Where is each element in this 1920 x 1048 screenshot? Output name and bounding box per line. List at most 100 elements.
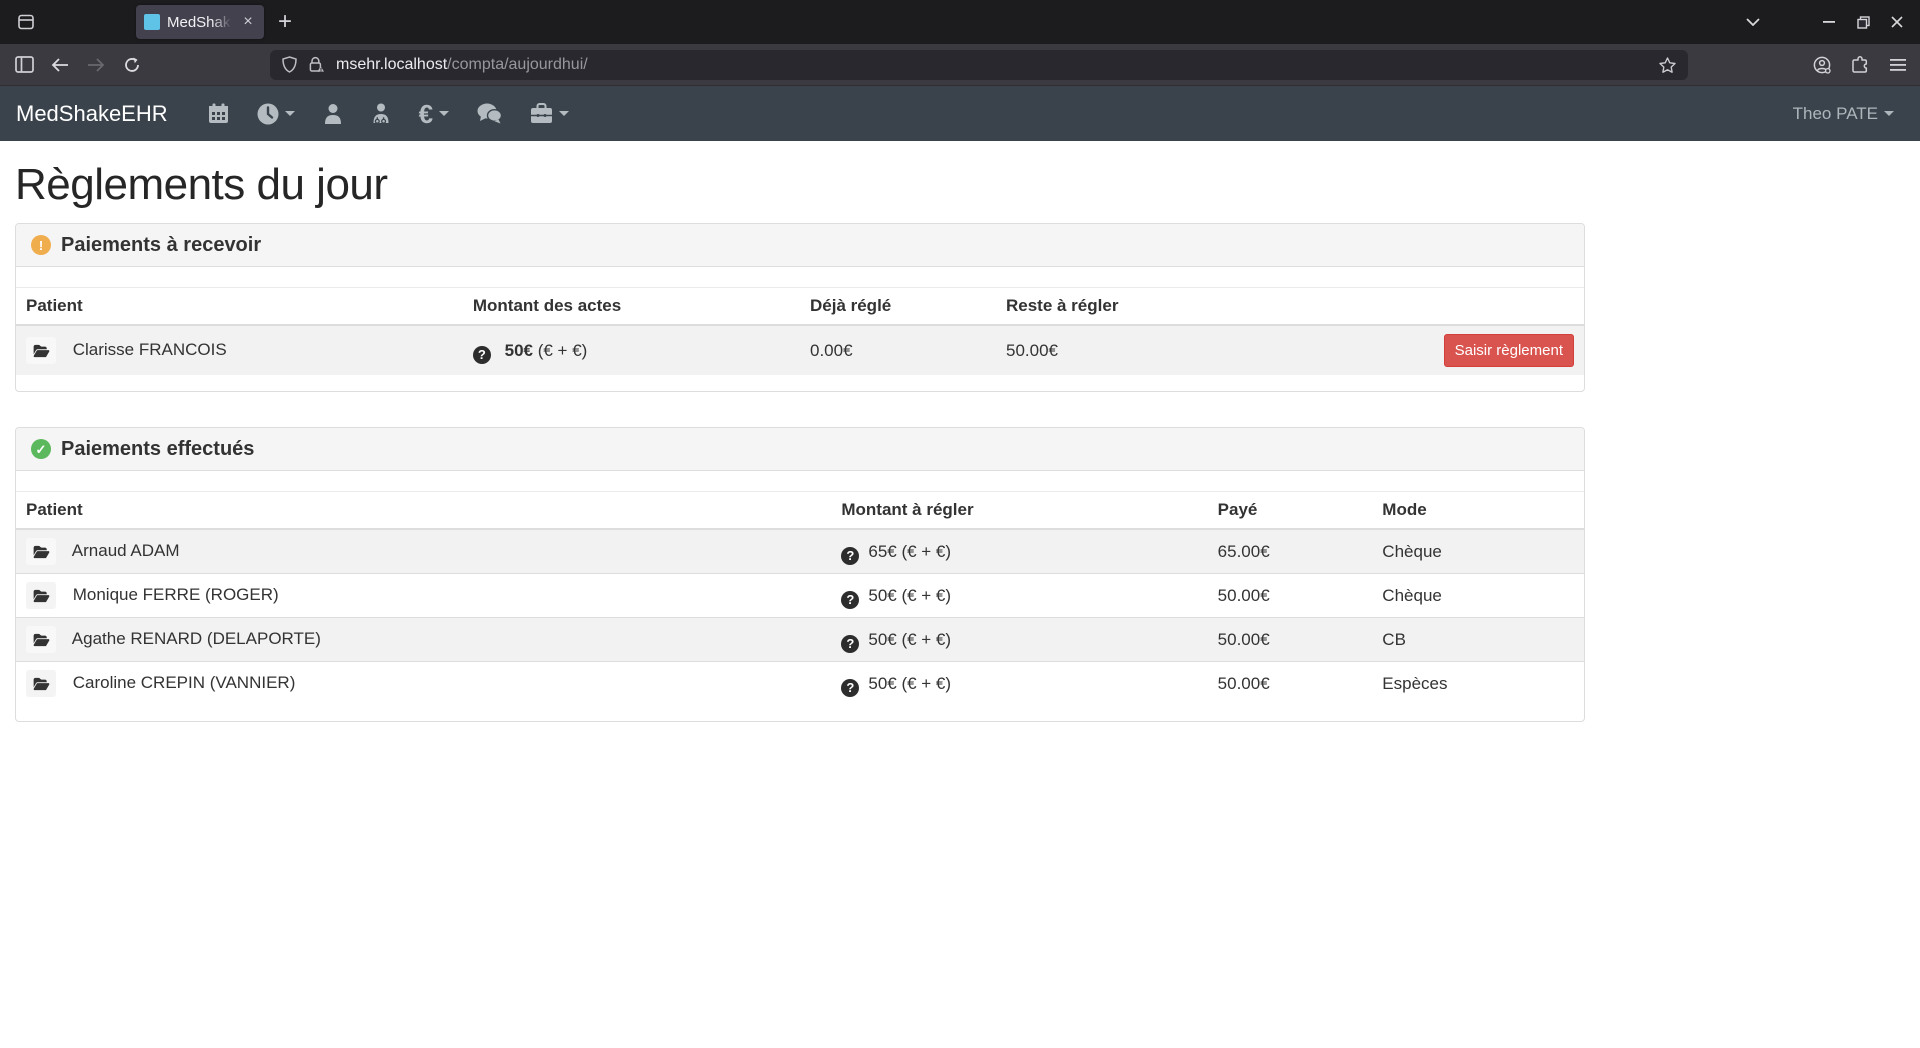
paid-value: 50.00€ — [1208, 574, 1373, 618]
euro-icon: € — [419, 101, 433, 127]
window-close-button[interactable] — [1880, 7, 1914, 37]
payments-to-receive-table: Patient Montant des actes Déjà réglé Res… — [16, 287, 1584, 375]
window-restore-button[interactable] — [1846, 7, 1880, 37]
column-header-patient: Patient — [16, 288, 463, 326]
tab-close-icon[interactable]: × — [240, 14, 256, 30]
amount-value: 50€ (€ + €) — [868, 674, 951, 693]
column-header-mode: Mode — [1372, 492, 1584, 530]
enter-payment-button[interactable]: Saisir règlement — [1444, 334, 1574, 367]
patient-name: Monique FERRE (ROGER) — [73, 585, 279, 604]
open-patient-folder-button[interactable] — [26, 538, 56, 565]
url-path: /compta/aujourdhui/ — [447, 56, 588, 73]
column-header-amount: Montant des actes — [463, 288, 800, 326]
payment-mode: Chèque — [1372, 574, 1584, 618]
nav-compta-menu[interactable]: € — [405, 86, 463, 141]
amount-value: 50€ (€ + €) — [868, 586, 951, 605]
url-domain: msehr.localhost — [336, 56, 447, 73]
panel-heading: ✓ Paiements effectués — [16, 428, 1584, 471]
paid-value: 50.00€ — [1208, 662, 1373, 706]
nav-outils-menu[interactable] — [516, 86, 583, 141]
nav-patient-item[interactable] — [309, 86, 357, 141]
table-row: Monique FERRE (ROGER) ? 50€ (€ + €) 50.00… — [16, 574, 1584, 618]
help-circle-icon[interactable]: ? — [841, 591, 859, 609]
table-row: Clarisse FRANCOIS ? 50€ (€ + €) 0.00€ 50… — [16, 325, 1584, 375]
shield-icon[interactable] — [282, 56, 297, 73]
page-title: Règlements du jour — [15, 161, 1905, 209]
extensions-puzzle-icon[interactable] — [1846, 51, 1874, 79]
patient-name: Arnaud ADAM — [72, 541, 180, 560]
app-navbar: MedShakeEHR € — [0, 86, 1920, 141]
help-circle-icon[interactable]: ? — [473, 346, 491, 364]
list-all-tabs-icon[interactable] — [1736, 7, 1770, 37]
medical-bag-icon — [530, 103, 553, 124]
sidebar-toggle-icon[interactable] — [10, 51, 38, 79]
nav-praticien-item[interactable] — [357, 86, 405, 141]
already-paid-value: 0.00€ — [800, 325, 996, 375]
table-row: Agathe RENARD (DELAPORTE) ? 50€ (€ + €) 5… — [16, 618, 1584, 662]
chevron-down-icon — [559, 111, 569, 116]
url-text: msehr.localhost/compta/aujourdhui/ — [336, 56, 588, 74]
browser-toolbar: msehr.localhost/compta/aujourdhui/ — [0, 44, 1920, 86]
chevron-down-icon — [285, 111, 295, 116]
help-circle-icon[interactable]: ? — [841, 679, 859, 697]
nav-history-menu[interactable] — [243, 86, 309, 141]
table-row: Caroline CREPIN (VANNIER) ? 50€ (€ + €) 5… — [16, 662, 1584, 706]
patient-name: Caroline CREPIN (VANNIER) — [73, 673, 296, 692]
due-value: 50.00€ — [996, 325, 1216, 375]
forward-button[interactable] — [82, 51, 110, 79]
payment-mode: Espèces — [1372, 662, 1584, 706]
window-minimize-button[interactable] — [1812, 7, 1846, 37]
menu-hamburger-icon[interactable] — [1884, 51, 1912, 79]
brand-link[interactable]: MedShakeEHR — [16, 101, 168, 127]
patient-name: Agathe RENARD (DELAPORTE) — [72, 629, 321, 648]
open-patient-folder-button[interactable] — [26, 582, 56, 609]
help-circle-icon[interactable]: ? — [841, 635, 859, 653]
amount-value: 50€ — [505, 341, 533, 360]
payment-mode: CB — [1372, 618, 1584, 662]
back-button[interactable] — [46, 51, 74, 79]
help-circle-icon[interactable]: ? — [841, 547, 859, 565]
column-header-amount: Montant à régler — [831, 492, 1207, 530]
exclamation-circle-icon: ! — [31, 235, 51, 255]
reload-button[interactable] — [118, 51, 146, 79]
open-patient-folder-button[interactable] — [26, 670, 56, 697]
new-tab-button[interactable]: + — [278, 12, 292, 32]
user-icon — [323, 103, 343, 124]
column-header-already-paid: Déjà réglé — [800, 288, 996, 326]
column-header-paid: Payé — [1208, 492, 1373, 530]
paid-value: 50.00€ — [1208, 618, 1373, 662]
nav-messages-item[interactable] — [463, 86, 516, 141]
panel-payments-to-receive: ! Paiements à recevoir Patient Montant d… — [15, 223, 1585, 392]
tab-title: MedShakeEHR : règlemen — [167, 14, 233, 31]
amount-detail: (€ + €) — [533, 341, 587, 360]
column-header-patient: Patient — [16, 492, 831, 530]
open-patient-folder-button[interactable] — [26, 626, 56, 653]
clock-icon — [257, 103, 279, 125]
panel-title: Paiements effectués — [61, 438, 254, 461]
account-icon[interactable] — [1808, 51, 1836, 79]
firefox-view-icon[interactable] — [14, 10, 38, 34]
doctor-icon — [371, 103, 391, 125]
url-bar[interactable]: msehr.localhost/compta/aujourdhui/ — [270, 50, 1688, 80]
lock-warning-icon[interactable] — [308, 56, 324, 73]
amount-value: 65€ (€ + €) — [868, 542, 951, 561]
page-content: Règlements du jour ! Paiements à recevoi… — [0, 161, 1920, 722]
browser-tab-strip: MedShakeEHR : règlemen × + — [0, 0, 1920, 44]
chevron-down-icon — [1884, 111, 1894, 116]
table-row: Arnaud ADAM ? 65€ (€ + €) 65.00€ Chèque — [16, 529, 1584, 574]
user-menu-label: Theo PATE — [1793, 104, 1878, 124]
payment-mode: Chèque — [1372, 529, 1584, 574]
panel-payments-done: ✓ Paiements effectués Patient Montant à … — [15, 427, 1585, 722]
column-header-actions — [1216, 288, 1585, 326]
paid-value: 65.00€ — [1208, 529, 1373, 574]
patient-name: Clarisse FRANCOIS — [73, 340, 227, 359]
nav-agenda-item[interactable] — [194, 86, 243, 141]
payments-done-table: Patient Montant à régler Payé Mode Arnau… — [16, 491, 1584, 705]
user-menu[interactable]: Theo PATE — [1793, 104, 1894, 124]
tab-favicon — [144, 14, 160, 30]
browser-tab[interactable]: MedShakeEHR : règlemen × — [136, 5, 264, 39]
calendar-icon — [208, 103, 229, 124]
open-patient-folder-button[interactable] — [26, 337, 56, 364]
amount-value: 50€ (€ + €) — [868, 630, 951, 649]
bookmark-star-icon[interactable] — [1659, 57, 1676, 73]
